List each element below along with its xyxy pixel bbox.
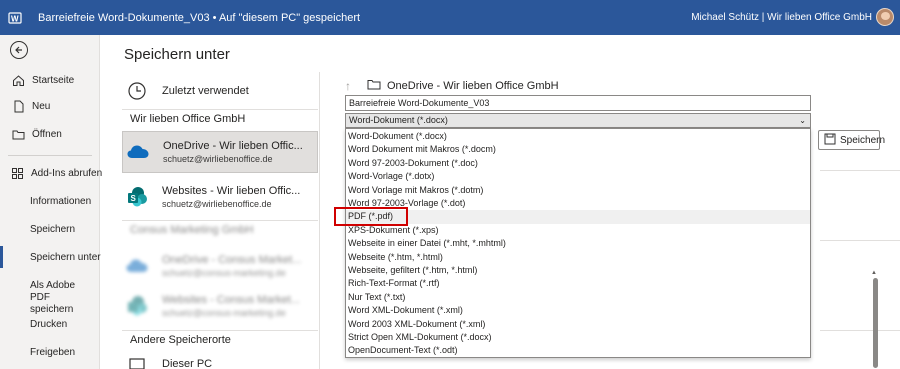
filetype-option[interactable]: Word-Vorlage (*.dotx) (346, 170, 810, 183)
filetype-option[interactable]: Word Dokument mit Makros (*.docm) (346, 143, 810, 156)
sharepoint-icon: S (122, 186, 152, 208)
filetype-option[interactable]: OpenDocument-Text (*.odt) (346, 344, 810, 357)
nav-label: Startseite (32, 74, 75, 86)
filetype-option[interactable]: Word 97-2003-Dokument (*.doc) (346, 157, 810, 170)
sharepoint-icon (122, 295, 152, 317)
filetype-option[interactable]: XPS-Dokument (*.xps) (346, 224, 810, 237)
filetype-value: Word-Dokument (*.docx) (349, 115, 448, 125)
folder-icon (367, 79, 381, 93)
account-name[interactable]: Michael Schütz | Wir lieben Office GmbH (691, 0, 872, 35)
group-heading-blurred: Consus Marketing GmbH (130, 224, 254, 236)
up-arrow-icon[interactable]: ↑ (345, 80, 357, 92)
home-icon (11, 73, 25, 87)
save-label: Speichern (840, 134, 886, 146)
save-button[interactable]: Speichern (818, 130, 885, 150)
current-path: OneDrive - Wir lieben Office GmbH (387, 80, 559, 92)
active-indicator (0, 246, 3, 268)
divider (122, 220, 318, 221)
filename-input[interactable]: Barreiefreie Word-Dokumente_V03 (345, 95, 811, 111)
word-app-icon[interactable]: W (0, 0, 30, 35)
filetype-select[interactable]: Word-Dokument (*.docx) ⌄ (345, 113, 811, 128)
nav-label: Öffnen (32, 128, 62, 140)
location-account: schuetz@wirliebenoffice.de (163, 154, 273, 164)
nav-item-speichern-unter[interactable]: Speichern unter (30, 252, 101, 264)
scroll-up-icon[interactable]: ▲ (871, 270, 877, 276)
location-this-pc[interactable]: Dieser PC (122, 354, 318, 369)
breadcrumb: ↑ OneDrive - Wir lieben Office GmbH (345, 79, 559, 93)
highlight-annotation (334, 207, 408, 226)
scrollbar-thumb[interactable] (873, 278, 878, 368)
location-onedrive-2[interactable]: OneDrive - Consus Market... schuetz@cons… (122, 246, 318, 286)
new-document-icon (11, 99, 25, 113)
nav-divider (8, 155, 92, 156)
filetype-dropdown: Word-Dokument (*.docx) Word Dokument mit… (345, 128, 811, 358)
filetype-option[interactable]: Rich-Text-Format (*.rtf) (346, 277, 810, 290)
clock-icon (122, 81, 152, 101)
location-name: OneDrive - Wir lieben Offic... (163, 140, 303, 152)
filetype-option[interactable]: Webseite in einer Datei (*.mht, *.mhtml) (346, 237, 810, 250)
location-label: Dieser PC (162, 358, 213, 369)
onedrive-cloud-icon (123, 144, 153, 160)
filetype-option[interactable]: Webseite (*.htm, *.html) (346, 251, 810, 264)
chevron-down-icon: ⌄ (799, 116, 806, 125)
location-name: Websites - Consus Market... (162, 294, 300, 306)
back-arrow-icon[interactable] (10, 41, 28, 59)
pane-divider (319, 72, 320, 369)
document-title: Barreiefreie Word-Dokumente_V03 • Auf "d… (38, 11, 361, 24)
divider (820, 240, 900, 241)
computer-icon (122, 357, 152, 369)
nav-item-informationen[interactable]: Informationen (30, 196, 91, 208)
save-icon (824, 133, 836, 148)
divider (122, 109, 318, 110)
location-onedrive[interactable]: OneDrive - Wir lieben Offic... schuetz@w… (122, 131, 318, 173)
divider (820, 170, 900, 171)
nav-label: Neu (32, 100, 51, 112)
filetype-option-pdf[interactable]: PDF (*.pdf) (346, 210, 810, 224)
location-recent[interactable]: Zuletzt verwendet (122, 77, 318, 105)
group-heading: Andere Speicherorte (130, 334, 231, 346)
nav-item-freigeben[interactable]: Freigeben (30, 347, 75, 359)
location-websites[interactable]: S Websites - Wir lieben Offic... schuetz… (122, 177, 318, 217)
location-label: Zuletzt verwendet (162, 85, 249, 97)
group-heading: Wir lieben Office GmbH (130, 113, 246, 125)
nav-item-startseite[interactable]: Startseite (0, 69, 100, 91)
location-websites-2[interactable]: Websites - Consus Market... schuetz@cons… (122, 286, 318, 326)
location-account: schuetz@wirliebenoffice.de (162, 199, 272, 209)
nav-item-neu[interactable]: Neu (0, 95, 100, 117)
nav-item-adobe-pdf[interactable]: Als Adobe PDF speichern (30, 280, 95, 316)
nav-item-speichern[interactable]: Speichern (30, 224, 75, 236)
filetype-option[interactable]: Word-Dokument (*.docx) (346, 130, 810, 143)
filetype-option[interactable]: Strict Open XML-Dokument (*.docx) (346, 331, 810, 344)
location-list: Zuletzt verwendet Wir lieben Office GmbH… (122, 72, 320, 369)
nav-item-drucken[interactable]: Drucken (30, 319, 67, 331)
location-account: schuetz@consus-marketing.de (162, 268, 286, 278)
filetype-option[interactable]: Nur Text (*.txt) (346, 291, 810, 304)
open-folder-icon (11, 127, 25, 141)
avatar[interactable] (876, 8, 894, 26)
filetype-option[interactable]: Word Vorlage mit Makros (*.dotm) (346, 184, 810, 197)
location-name: Websites - Wir lieben Offic... (162, 185, 301, 197)
location-account: schuetz@consus-marketing.de (162, 308, 286, 318)
divider (820, 330, 900, 331)
filetype-option[interactable]: Word 2003 XML-Dokument (*.xml) (346, 318, 810, 331)
nav-item-oeffnen[interactable]: Öffnen (0, 123, 100, 145)
location-name: OneDrive - Consus Market... (162, 254, 302, 266)
filetype-option[interactable]: Word 97-2003-Vorlage (*.dot) (346, 197, 810, 210)
nav-item-add-ins[interactable]: Add-Ins abrufen (0, 162, 103, 184)
filetype-option[interactable]: Webseite, gefiltert (*.htm, *.html) (346, 264, 810, 277)
nav-label: Add-Ins abrufen (31, 167, 103, 179)
onedrive-cloud-icon (122, 258, 152, 274)
divider (122, 330, 318, 331)
filetype-option[interactable]: Word XML-Dokument (*.xml) (346, 304, 810, 317)
title-bar: W Barreiefreie Word-Dokumente_V03 • Auf … (0, 0, 900, 35)
svg-text:S: S (131, 194, 137, 203)
svg-text:W: W (11, 14, 19, 23)
page-title: Speichern unter (124, 46, 230, 63)
add-ins-icon (11, 166, 24, 180)
